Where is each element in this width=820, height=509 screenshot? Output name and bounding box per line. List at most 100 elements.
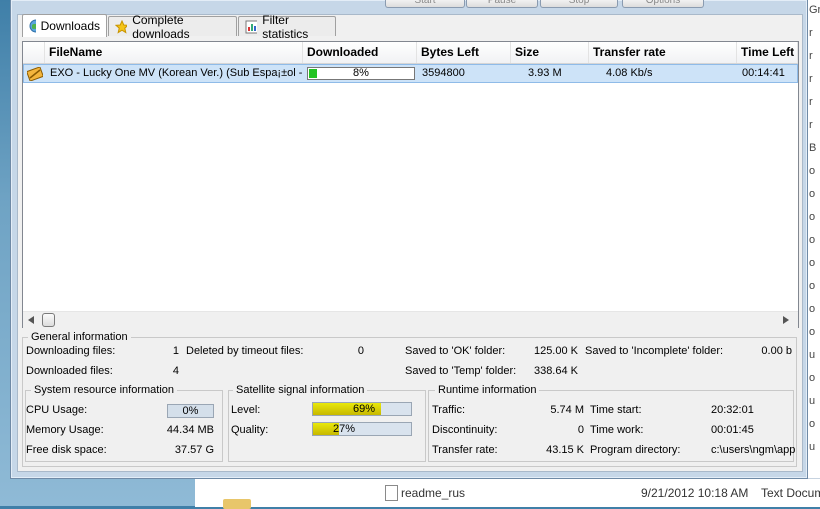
free-disk-label: Free disk space: bbox=[26, 444, 107, 456]
background-list-text: o bbox=[809, 303, 816, 315]
saved-ok-value: 125.00 K bbox=[533, 345, 578, 357]
satellite-signal-title: Satellite signal information bbox=[233, 384, 368, 397]
row-filename: EXO - Lucky One MV (Korean Ver.) (Sub Es… bbox=[50, 67, 303, 79]
background-list-text: o bbox=[809, 326, 816, 338]
tab-complete-downloads[interactable]: Complete downloads bbox=[108, 13, 237, 41]
background-list-text: o bbox=[809, 165, 816, 177]
start-button[interactable]: Start bbox=[385, 0, 465, 8]
background-file-date: 9/21/2012 10:18 AM bbox=[641, 486, 749, 500]
runtime-information-title: Runtime information bbox=[435, 384, 540, 397]
memory-usage-value: 44.34 MB bbox=[166, 424, 214, 436]
column-size[interactable]: Size bbox=[511, 42, 589, 63]
background-list-text: r bbox=[809, 119, 813, 131]
saved-incomplete-value: 0.00 b bbox=[761, 345, 792, 357]
background-file-type: Text Docum bbox=[761, 486, 820, 500]
program-directory-value: c:\users\ngm\app bbox=[711, 444, 795, 456]
row-size: 3.93 M bbox=[528, 67, 562, 79]
downloading-file-icon bbox=[27, 67, 43, 81]
background-list-text: r bbox=[809, 96, 813, 108]
text-file-icon bbox=[385, 485, 398, 501]
chart-icon bbox=[245, 20, 258, 33]
downloaded-files-label: Downloaded files: bbox=[26, 365, 113, 377]
traffic-value: 5.74 M bbox=[550, 404, 584, 416]
row-time-left: 00:14:41 bbox=[742, 67, 785, 79]
program-directory-label: Program directory: bbox=[590, 444, 681, 456]
background-list-text: Gr bbox=[809, 4, 820, 16]
column-icon[interactable] bbox=[23, 42, 45, 63]
discontinuity-value: 0 bbox=[577, 424, 584, 436]
background-list-text: o bbox=[809, 211, 816, 223]
cpu-usage-value: 0% bbox=[182, 405, 199, 417]
background-list-text: o bbox=[809, 234, 816, 246]
memory-usage-label: Memory Usage: bbox=[26, 424, 104, 436]
signal-level-value: 69% bbox=[352, 403, 376, 415]
background-list-text: r bbox=[809, 50, 813, 62]
horizontal-scrollbar[interactable] bbox=[23, 311, 798, 328]
row-bytes-left: 3594800 bbox=[422, 67, 465, 79]
options-button[interactable]: Options bbox=[622, 0, 704, 8]
column-transfer-rate[interactable]: Transfer rate bbox=[589, 42, 737, 63]
signal-quality-bar: 27% bbox=[312, 422, 412, 436]
free-disk-value: 37.57 G bbox=[174, 444, 214, 456]
saved-ok-label: Saved to 'OK' folder: bbox=[405, 345, 506, 357]
background-list-text: r bbox=[809, 73, 813, 85]
background-list-text: o bbox=[809, 372, 816, 384]
folder-icon bbox=[223, 499, 251, 509]
background-list-text: o bbox=[809, 257, 816, 269]
row-transfer-rate: 4.08 Kb/s bbox=[606, 67, 653, 79]
background-list-text: o bbox=[809, 280, 816, 292]
table-row[interactable]: EXO - Lucky One MV (Korean Ver.) (Sub Es… bbox=[23, 64, 798, 83]
cpu-usage-bar: 0% bbox=[167, 404, 214, 418]
column-downloaded[interactable]: Downloaded bbox=[303, 42, 417, 63]
scroll-left-arrow-icon[interactable] bbox=[27, 316, 35, 324]
system-resource-title: System resource information bbox=[31, 384, 177, 397]
scroll-right-arrow-icon[interactable] bbox=[782, 316, 790, 324]
tab-downloads[interactable]: Downloads bbox=[22, 14, 107, 37]
pause-button[interactable]: Pause bbox=[466, 0, 538, 8]
downloaded-files-value: 4 bbox=[172, 365, 179, 377]
deleted-timeout-label: Deleted by timeout files: bbox=[186, 345, 304, 357]
deleted-timeout-value: 0 bbox=[357, 345, 364, 357]
time-work-value: 00:01:45 bbox=[711, 424, 754, 436]
scrollbar-thumb[interactable] bbox=[42, 313, 55, 327]
list-header: FileName Downloaded Bytes Left Size Tran… bbox=[23, 42, 798, 64]
background-list-text: B bbox=[809, 142, 817, 154]
transfer-rate-value: 43.15 K bbox=[546, 444, 584, 456]
row-progress-bar: 8% bbox=[307, 67, 415, 80]
background-list-text: u bbox=[809, 441, 816, 453]
signal-quality-label: Quality: bbox=[231, 424, 269, 436]
signal-level-bar: 69% bbox=[312, 402, 412, 416]
time-start-label: Time start: bbox=[590, 404, 642, 416]
background-list-text: o bbox=[809, 188, 816, 200]
background-file-row[interactable]: readme_rus 9/21/2012 10:18 AM Text Docum bbox=[195, 478, 820, 509]
time-work-label: Time work: bbox=[590, 424, 644, 436]
transfer-rate-label: Transfer rate: bbox=[432, 444, 498, 456]
row-progress-text: 8% bbox=[353, 67, 369, 79]
time-start-value: 20:32:01 bbox=[711, 404, 754, 416]
cpu-usage-label: CPU Usage: bbox=[26, 404, 88, 416]
tab-downloads-label: Downloads bbox=[40, 19, 100, 33]
background-list-text: u bbox=[809, 349, 816, 361]
traffic-label: Traffic: bbox=[432, 404, 466, 416]
saved-temp-value: 338.64 K bbox=[533, 365, 578, 377]
globe-icon bbox=[29, 19, 36, 33]
background-list-text: o bbox=[809, 418, 816, 430]
signal-level-label: Level: bbox=[231, 404, 261, 416]
column-bytes-left[interactable]: Bytes Left bbox=[417, 42, 511, 63]
downloads-list[interactable]: FileName Downloaded Bytes Left Size Tran… bbox=[22, 41, 799, 328]
tab-filter-statistics-label: Filter statistics bbox=[262, 12, 309, 41]
tab-complete-downloads-label: Complete downloads bbox=[132, 12, 190, 41]
column-filename[interactable]: FileName bbox=[45, 42, 303, 63]
tab-filter-statistics[interactable]: Filter statistics bbox=[238, 13, 336, 41]
background-list-text: r bbox=[809, 27, 813, 39]
stop-button[interactable]: Stop bbox=[540, 0, 618, 8]
general-information-title: General information bbox=[28, 331, 131, 344]
downloading-files-label: Downloading files: bbox=[26, 345, 116, 357]
saved-incomplete-label: Saved to 'Incomplete' folder: bbox=[585, 345, 724, 357]
discontinuity-label: Discontinuity: bbox=[432, 424, 498, 436]
background-file-name: readme_rus bbox=[401, 486, 466, 500]
column-time-left[interactable]: Time Left bbox=[737, 42, 798, 63]
downloading-files-value: 1 bbox=[172, 345, 179, 357]
saved-temp-label: Saved to 'Temp' folder: bbox=[405, 365, 517, 377]
signal-quality-value: 27% bbox=[332, 423, 356, 435]
